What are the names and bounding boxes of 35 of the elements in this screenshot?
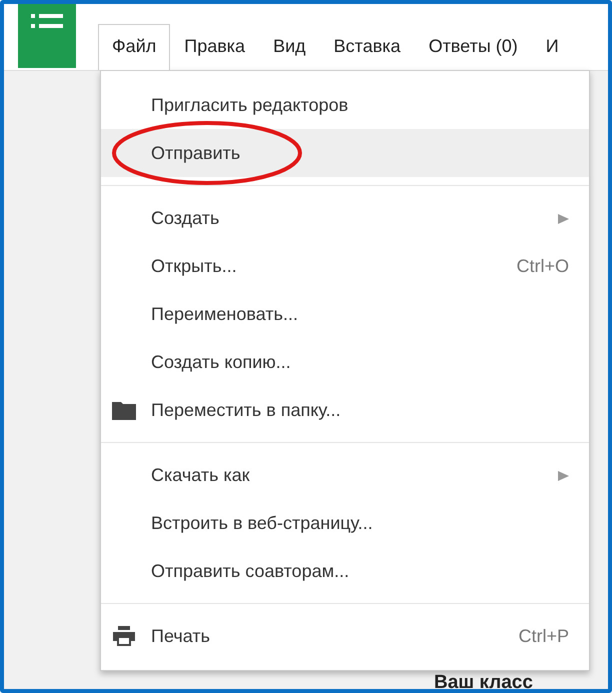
menu-tab[interactable]: Вид [259,24,320,70]
menu-item-label: Переименовать... [151,302,298,326]
menu-item[interactable]: Скачать как [101,451,589,499]
menu-item-label: Создать [151,206,220,230]
menu-item[interactable]: Пригласить редакторов [101,81,589,129]
menu-item-label: Создать копию... [151,350,291,374]
shortcut-label: Ctrl+O [516,254,569,278]
menu-tab[interactable]: И [532,24,573,70]
menu-item-label: Пригласить редакторов [151,94,348,117]
printer-icon [113,626,135,646]
menu-item-label: Переместить в папку... [151,398,341,422]
menu-item[interactable]: Отправить соавторам... [101,547,589,595]
menu-item-label: Печать [151,624,210,648]
menu-item[interactable]: Переместить в папку... [101,386,589,434]
menu-item[interactable]: Создать копию... [101,338,589,386]
folder-icon [112,400,136,420]
menu-tab[interactable]: Вставка [320,24,415,70]
menu-tab[interactable]: Ответы (0) [414,24,532,70]
menu-icon [31,14,63,28]
menu-item[interactable]: Печать Ctrl+P [101,612,589,660]
menu-item-label: Встроить в веб-страницу... [151,512,373,535]
menu-item[interactable]: Встроить в веб-страницу... [101,499,589,547]
menu-item-label: Отправить [151,142,240,165]
menu-item[interactable]: Отправить [101,129,589,177]
shortcut-label: Ctrl+P [518,624,569,648]
menu-item-label: Скачать как [151,464,250,486]
menu-item-label: Отправить соавторам... [151,560,350,583]
menu-item-label: Открыть... [151,254,237,278]
menu-item[interactable]: Переименовать... [101,290,589,338]
menu-tab[interactable]: Правка [170,24,260,70]
menu-item[interactable]: Создать [101,194,589,242]
menu-tab[interactable]: Файл [98,24,170,70]
section-heading: Ваш класс [434,670,533,689]
app-logo[interactable] [18,4,76,68]
menu-item[interactable]: Открыть... Ctrl+O [101,242,589,290]
